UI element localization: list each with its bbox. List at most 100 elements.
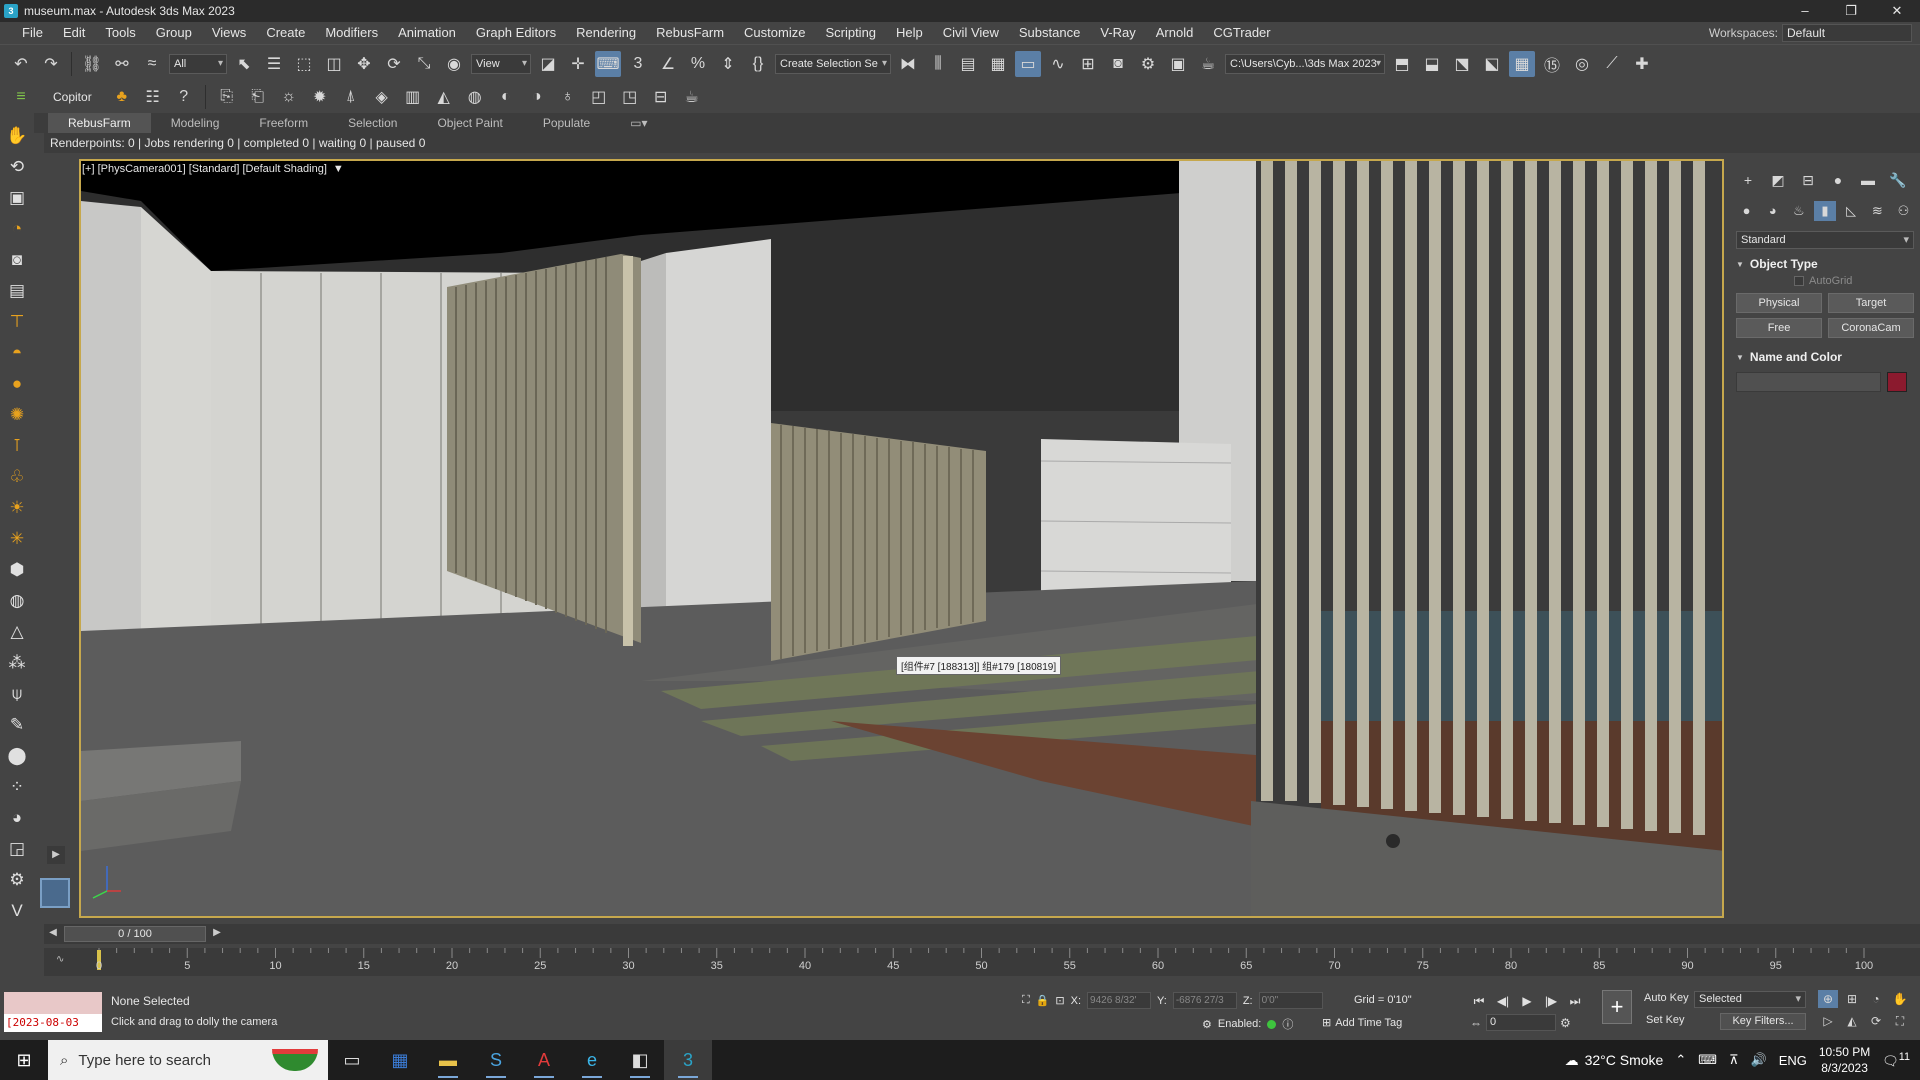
free-camera-button[interactable]: Free (1736, 318, 1822, 338)
physical-camera-button[interactable]: Physical (1736, 293, 1822, 313)
dome-light-icon[interactable]: ◓ (4, 340, 30, 365)
edit-named-selection-icon[interactable]: {} (745, 51, 771, 77)
workspace-dropdown[interactable]: Default (1782, 24, 1912, 42)
hierarchy-tab-icon[interactable]: ⊟ (1796, 169, 1820, 191)
render-production-icon[interactable]: ☕ (1195, 51, 1221, 77)
menu-arnold[interactable]: Arnold (1146, 22, 1204, 44)
go-to-end-icon[interactable]: ⏭ (1566, 992, 1584, 1010)
motion-tab-icon[interactable]: ● (1826, 169, 1850, 191)
direct-light-icon[interactable]: ⊺ (4, 433, 30, 458)
zoom-all-icon[interactable]: ⊞ (1842, 990, 1862, 1008)
time-slider[interactable]: ◀ 0 / 100 ▶ (44, 924, 1920, 944)
scale-icon[interactable]: ⤡ (411, 51, 437, 77)
vray-material-icon[interactable]: ◑ (524, 84, 550, 110)
taskbar-search[interactable]: ⌕ Type here to search (48, 1040, 328, 1080)
cameras-icon[interactable]: ▮ (1814, 201, 1836, 221)
sun-icon[interactable]: ☀ (4, 495, 30, 520)
media-app-icon[interactable]: ◧ (616, 1040, 664, 1080)
vray-render-icon[interactable]: ⎗ (245, 84, 271, 110)
cube-icon[interactable]: ⬢ (4, 557, 30, 582)
auto-key-button[interactable]: Auto Key (1644, 992, 1689, 1004)
coronacam-button[interactable]: CoronaCam (1828, 318, 1914, 338)
save-icon[interactable]: ▦ (1509, 50, 1535, 77)
tab-selection[interactable]: Selection (328, 113, 417, 133)
shapes-icon[interactable]: ◕ (1762, 201, 1783, 221)
menu-graph-editors[interactable]: Graph Editors (466, 22, 566, 44)
menu-scripting[interactable]: Scripting (815, 22, 886, 44)
menu-views[interactable]: Views (202, 22, 256, 44)
ribbon-options-icon[interactable]: ▭▾ (610, 113, 667, 133)
previous-frame-arrow-icon[interactable]: ◀ (46, 926, 60, 940)
select-object-icon[interactable]: ⬉ (231, 51, 257, 77)
play-icon[interactable]: ▶ (1518, 992, 1536, 1010)
object-type-rollout[interactable]: ▼ Object Type (1736, 257, 1914, 271)
menu-rebusfarm[interactable]: RebusFarm (646, 22, 734, 44)
bind-space-warp-icon[interactable]: ≈ (139, 51, 165, 77)
autogrid-checkbox[interactable] (1794, 276, 1804, 286)
copitor-label[interactable]: Copitor (53, 90, 92, 104)
time-slider-thumb[interactable]: 0 / 100 (64, 926, 206, 942)
isolate-icon[interactable]: ⛶ (1022, 994, 1030, 1007)
named-selection-set-dropdown[interactable]: Create Selection Se (775, 53, 891, 74)
menu-group[interactable]: Group (146, 22, 202, 44)
palette-icon[interactable]: ◕ (4, 805, 30, 830)
rotate-icon[interactable]: ⟳ (381, 51, 407, 77)
windows-start-icon[interactable]: ⊞ (0, 1040, 48, 1080)
volume-icon[interactable]: 🔊 (1751, 1052, 1767, 1068)
filter-icon[interactable]: ▼ (333, 163, 344, 175)
pivot-center-icon[interactable]: ◪ (535, 51, 561, 77)
scatter-icon[interactable]: ⁂ (4, 650, 30, 675)
curve-editor-icon[interactable]: ∿ (1045, 51, 1071, 77)
3dsmax-taskbar-icon[interactable]: 3 (664, 1040, 712, 1080)
menu-rendering[interactable]: Rendering (566, 22, 646, 44)
previous-frame-icon[interactable]: ◀| (1494, 992, 1512, 1010)
film-icon[interactable]: ▤ (4, 278, 30, 303)
camera-type-dropdown[interactable]: Standard (1736, 231, 1914, 249)
help-circle-icon[interactable]: ◎ (1569, 51, 1595, 77)
grass-icon[interactable]: ⍦ (4, 681, 30, 706)
spinner-snap-icon[interactable]: ⇕ (715, 51, 741, 77)
select-by-name-icon[interactable]: ☰ (261, 51, 287, 77)
unlink-icon[interactable]: ⚯ (109, 51, 135, 77)
project-open-icon[interactable]: ⬓ (1419, 51, 1445, 77)
tab-modeling[interactable]: Modeling (151, 113, 240, 133)
sketchup-icon[interactable]: S (472, 1040, 520, 1080)
tab-populate[interactable]: Populate (523, 113, 610, 133)
vray-mesh-icon[interactable]: ◐ (493, 84, 519, 110)
current-frame-field[interactable]: 0 (1486, 1014, 1556, 1031)
next-frame-icon[interactable]: |▶ (1542, 992, 1560, 1010)
go-to-start-icon[interactable]: ⏮ (1470, 992, 1488, 1010)
vray-frame-icon[interactable]: ◰ (586, 84, 612, 110)
omni-light-icon[interactable]: ✺ (4, 402, 30, 427)
pyramid-icon[interactable]: △ (4, 619, 30, 644)
orbit-nav-icon[interactable]: ⟳ (1866, 1012, 1886, 1030)
language-indicator[interactable]: ENG (1779, 1053, 1807, 1068)
maximize-viewport-icon[interactable]: ⛶ (1890, 1012, 1910, 1030)
paint-icon[interactable]: ✎ (4, 712, 30, 737)
set-key-button[interactable]: Set Key (1646, 1014, 1685, 1026)
vray-teapot-icon[interactable]: ☕ (679, 84, 705, 110)
brush-icon[interactable]: ⟋ (1599, 51, 1625, 77)
schematic-view-icon[interactable]: ⊞ (1075, 51, 1101, 77)
menu-tools[interactable]: Tools (95, 22, 145, 44)
material-editor-icon[interactable]: ◙ (1105, 51, 1131, 77)
expand-arrow-icon[interactable]: ▶ (47, 846, 65, 864)
move-icon[interactable]: ✥ (351, 51, 377, 77)
vray-light-icon[interactable]: ☼ (276, 84, 302, 110)
sphere-icon[interactable]: ◍ (4, 588, 30, 613)
y-coordinate-field[interactable]: -6876 27/3 (1172, 992, 1237, 1009)
hand-icon[interactable]: ✋ (4, 123, 30, 148)
task-view-icon[interactable]: ▭ (328, 1040, 376, 1080)
x-coordinate-field[interactable]: 9426 8/32' (1087, 992, 1152, 1009)
next-frame-arrow-icon[interactable]: ▶ (210, 926, 224, 940)
particles-icon[interactable]: ⁘ (4, 774, 30, 799)
collapse-triangle-icon[interactable]: ▼ (1736, 353, 1744, 362)
helpers-icon[interactable]: ◺ (1841, 201, 1862, 221)
z-coordinate-field[interactable]: 0'0" (1258, 992, 1323, 1009)
redo-icon[interactable]: ↷ (38, 51, 64, 77)
zoom-icon[interactable]: ⊕ (1818, 990, 1838, 1008)
modify-tab-icon[interactable]: ◩ (1766, 169, 1790, 191)
add-time-tag[interactable]: ⊞ Add Time Tag (1322, 1016, 1402, 1030)
menu-customize[interactable]: Customize (734, 22, 815, 44)
render-setup-icon[interactable]: ⚙ (1135, 51, 1161, 77)
